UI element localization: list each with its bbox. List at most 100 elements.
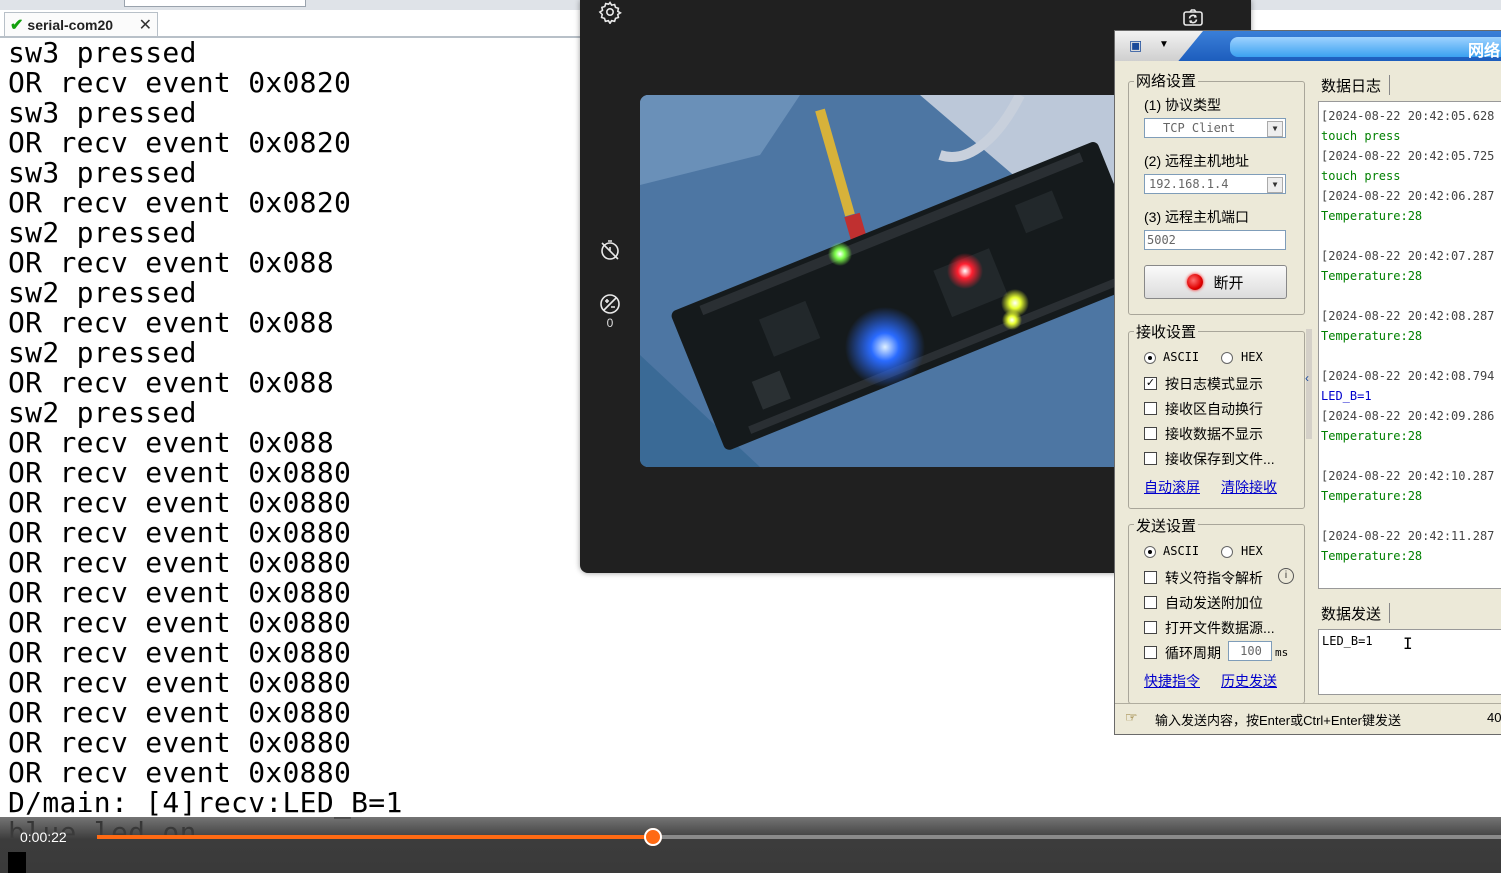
log-line: [2024-08-22 20:42:07.287 bbox=[1321, 249, 1495, 263]
log-line bbox=[1321, 346, 1501, 366]
history-link[interactable]: 历史发送 bbox=[1221, 671, 1277, 691]
send-escape-checkbox[interactable] bbox=[1144, 571, 1157, 584]
send-append-label: 自动发送附加位 bbox=[1165, 595, 1263, 611]
terminal-line: OR recv event 0x0880 bbox=[8, 666, 352, 699]
exposure-icon[interactable] bbox=[598, 292, 622, 316]
chevron-down-icon[interactable]: ▼ bbox=[1267, 177, 1283, 193]
terminal-line: OR recv event 0x0880 bbox=[8, 756, 352, 789]
timer-off-icon[interactable] bbox=[598, 238, 622, 262]
terminal-line: OR recv event 0x0880 bbox=[8, 636, 352, 669]
tab-data-log[interactable]: 数据日志 bbox=[1321, 75, 1381, 96]
shortcut-link[interactable]: 快捷指令 bbox=[1144, 671, 1200, 691]
log-line: [2024-08-22 20:42:05.628 bbox=[1321, 109, 1495, 123]
network-settings-label: 网络设置 bbox=[1134, 70, 1199, 91]
terminal-line: OR recv event 0x0820 bbox=[8, 66, 352, 99]
send-input[interactable]: LED_B=1 I bbox=[1318, 629, 1501, 695]
recv-save-checkbox[interactable] bbox=[1144, 452, 1157, 465]
send-file-checkbox[interactable] bbox=[1144, 621, 1157, 634]
terminal-line: OR recv event 0x088 bbox=[8, 246, 334, 279]
window-title: 网络 bbox=[1467, 43, 1500, 60]
log-line bbox=[1321, 286, 1501, 306]
log-lines: [2024-08-22 20:42:05.628 touch press [2024… bbox=[1319, 102, 1501, 566]
log-line: Temperature:28 bbox=[1321, 429, 1423, 443]
recv-settings-label: 接收设置 bbox=[1134, 321, 1199, 342]
send-cycle-checkbox[interactable] bbox=[1144, 646, 1157, 659]
log-line: Temperature:28 bbox=[1321, 209, 1423, 223]
chevron-down-icon[interactable]: ▼ bbox=[1159, 39, 1169, 50]
close-icon[interactable]: ✕ bbox=[139, 15, 152, 35]
host-value: 192.168.1.4 bbox=[1149, 177, 1229, 191]
system-menu[interactable]: ▣ ▼ bbox=[1115, 31, 1203, 61]
send-settings-label: 发送设置 bbox=[1134, 515, 1199, 536]
tab-serial-com20[interactable]: ✔ serial-com20 ✕ bbox=[4, 12, 158, 36]
tab-label: serial-com20 bbox=[27, 16, 114, 33]
chevron-down-icon[interactable]: ▼ bbox=[1267, 121, 1283, 137]
host-label: (2) 远程主机地址 bbox=[1144, 153, 1249, 169]
tab-data-send[interactable]: 数据发送 bbox=[1321, 603, 1381, 624]
terminal-line: OR recv event 0x0880 bbox=[8, 606, 352, 639]
terminal-line: OR recv event 0x0880 bbox=[8, 726, 352, 759]
data-log-area[interactable]: [2024-08-22 20:42:05.628 touch press [2024… bbox=[1318, 101, 1501, 589]
recv-hide-label: 接收数据不显示 bbox=[1165, 426, 1263, 442]
clear-recv-link[interactable]: 清除接收 bbox=[1221, 477, 1277, 497]
recv-log-mode-checkbox[interactable]: ✓ bbox=[1144, 377, 1157, 390]
app-icon: ▣ bbox=[1129, 37, 1143, 53]
video-controls: 0:00:22 bbox=[0, 817, 1501, 873]
send-ascii-radio[interactable] bbox=[1144, 546, 1156, 558]
status-hint: 输入发送内容，按Enter或Ctrl+Enter键发送 bbox=[1155, 713, 1401, 728]
send-append-checkbox[interactable] bbox=[1144, 596, 1157, 609]
camera-preview-image bbox=[640, 95, 1160, 467]
seek-bar[interactable] bbox=[97, 835, 1501, 839]
terminal-line: sw3 pressed bbox=[8, 156, 197, 189]
chevron-left-icon[interactable]: ‹ bbox=[1305, 371, 1309, 385]
host-select[interactable]: 192.168.1.4 ▼ bbox=[1144, 174, 1286, 194]
terminal-line: sw3 pressed bbox=[8, 38, 197, 69]
log-line: Temperature:28 bbox=[1321, 549, 1423, 563]
title-band bbox=[1230, 37, 1501, 57]
send-cycle-label: 循环周期 bbox=[1165, 645, 1221, 661]
protocol-select[interactable]: TCP Client ▼ bbox=[1144, 118, 1286, 138]
recv-hex-radio[interactable] bbox=[1221, 352, 1233, 364]
recv-ascii-radio[interactable] bbox=[1144, 352, 1156, 364]
send-text: LED_B=1 bbox=[1322, 634, 1373, 648]
log-line bbox=[1321, 506, 1501, 526]
terminal-line: sw2 pressed bbox=[8, 396, 197, 429]
disconnect-button[interactable]: 断开 bbox=[1144, 265, 1287, 299]
send-ascii-label: ASCII bbox=[1163, 544, 1200, 558]
recv-hex-label: HEX bbox=[1241, 350, 1263, 364]
auto-scroll-link[interactable]: 自动滚屏 bbox=[1144, 477, 1200, 497]
recv-log-mode-label: 按日志模式显示 bbox=[1165, 376, 1263, 392]
seek-thumb[interactable] bbox=[643, 828, 662, 846]
tab-separator bbox=[1389, 603, 1390, 623]
log-line: [2024-08-22 20:42:10.287 bbox=[1321, 469, 1495, 483]
net-title-bar: ▣ ▼ 网络 bbox=[1115, 31, 1501, 61]
toolbar-field[interactable] bbox=[124, 0, 306, 7]
log-line: Temperature:28 bbox=[1321, 489, 1423, 503]
log-line: touch press bbox=[1321, 169, 1401, 183]
gear-icon[interactable] bbox=[598, 0, 622, 24]
terminal-line: OR recv event 0x0880 bbox=[8, 546, 352, 579]
info-icon[interactable]: i bbox=[1278, 568, 1294, 584]
serial-terminal[interactable]: sw3 pressed OR recv event 0x0820 sw3 press… bbox=[0, 38, 580, 838]
log-line bbox=[1321, 226, 1501, 246]
terminal-line: D/main: [4]recv:LED_B=1 bbox=[8, 786, 403, 819]
cycle-input[interactable]: 100 bbox=[1228, 641, 1272, 661]
terminal-line: OR recv event 0x0820 bbox=[8, 186, 352, 219]
switch-camera-icon[interactable] bbox=[1181, 6, 1205, 30]
terminal-line: OR recv event 0x0880 bbox=[8, 486, 352, 519]
panel-splitter[interactable]: ‹ bbox=[1305, 329, 1312, 439]
recv-hide-checkbox[interactable] bbox=[1144, 427, 1157, 440]
log-line bbox=[1321, 446, 1501, 466]
send-file-label: 打开文件数据源... bbox=[1165, 620, 1275, 636]
terminal-output: sw3 pressed OR recv event 0x0820 sw3 press… bbox=[8, 38, 403, 838]
timer-count: 0 bbox=[606, 316, 614, 330]
terminal-line: OR recv event 0x088 bbox=[8, 366, 334, 399]
log-line: [2024-08-22 20:42:11.287 bbox=[1321, 529, 1495, 543]
editor-toolbar bbox=[0, 0, 580, 10]
recv-auto-wrap-checkbox[interactable] bbox=[1144, 402, 1157, 415]
log-line: LED_B=1 bbox=[1321, 389, 1372, 403]
connected-check-icon: ✔ bbox=[10, 16, 24, 34]
terminal-line: OR recv event 0x0880 bbox=[8, 516, 352, 549]
send-hex-radio[interactable] bbox=[1221, 546, 1233, 558]
port-input[interactable]: 5002 bbox=[1144, 230, 1286, 250]
